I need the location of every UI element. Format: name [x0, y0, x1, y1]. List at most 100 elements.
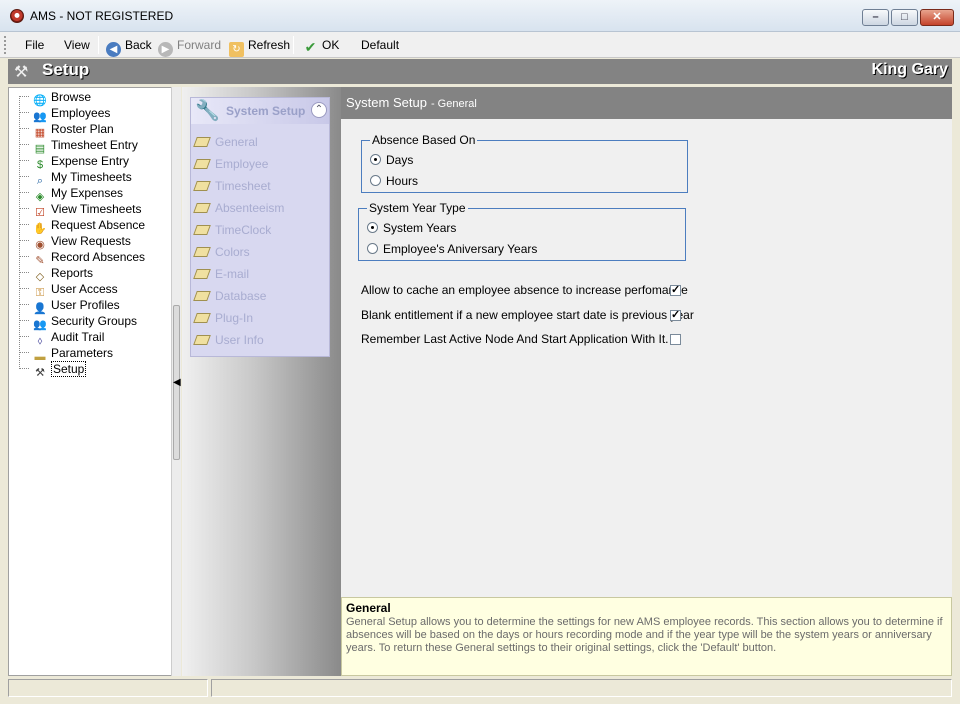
view-menu[interactable]: View: [64, 35, 90, 55]
toolbar-grip[interactable]: [4, 36, 7, 54]
system-setup-item-label: Colors: [215, 245, 250, 259]
radio-button[interactable]: [367, 243, 378, 254]
item-icon: [193, 291, 211, 301]
system-setup-item[interactable]: E-mail: [193, 266, 249, 282]
radio-system-years[interactable]: System Years: [367, 220, 456, 236]
page-header: ⚒ Setup King Gary: [8, 59, 952, 84]
tree-item[interactable]: ▬ Parameters: [19, 345, 113, 363]
item-icon: [193, 335, 211, 345]
tree-item[interactable]: ◉ View Requests: [19, 233, 131, 251]
tree-item[interactable]: ☑ View Timesheets: [19, 201, 142, 219]
item-icon: [193, 137, 211, 147]
tree-item-label: Setup: [51, 361, 87, 377]
item-icon: [193, 247, 211, 257]
system-setup-panel: 🔧 System Setup ⌃ General Employee Timeshee…: [190, 97, 330, 357]
tree-item[interactable]: ⌕ My Timesheets: [19, 169, 132, 187]
system-setup-item[interactable]: Colors: [193, 244, 250, 260]
tree-connector: [19, 288, 29, 289]
wrench-icon: 🔧: [195, 100, 220, 122]
item-icon: [193, 181, 211, 191]
tree-item[interactable]: ⬨ Audit Trail: [19, 329, 104, 347]
back-button[interactable]: ◀ Back: [106, 35, 152, 57]
forward-button[interactable]: ▶ Forward: [158, 35, 221, 57]
toolbar: File View ◀ Back ▶ Forward ↻ Refresh ✔ OK De…: [0, 32, 960, 58]
radio-days[interactable]: Days: [370, 152, 413, 168]
tree-item[interactable]: $ Expense Entry: [19, 153, 129, 171]
system-setup-item[interactable]: General: [193, 134, 258, 150]
back-label: Back: [125, 38, 152, 52]
tree-item-label: User Access: [51, 282, 118, 296]
absence-based-on-group: Absence Based On Days Hours: [361, 133, 688, 193]
status-pane-left: [8, 679, 208, 697]
toolbar-separator: [293, 36, 294, 54]
blank-entitlement-checkbox[interactable]: ✓: [670, 310, 681, 321]
window-title: AMS - NOT REGISTERED: [30, 9, 174, 23]
tree-connector: [19, 336, 29, 337]
system-setup-item[interactable]: Employee: [193, 156, 269, 172]
system-setup-item[interactable]: User Info: [193, 332, 264, 348]
tree-scrollbar[interactable]: ◀: [171, 87, 181, 676]
default-button[interactable]: Default: [361, 35, 399, 55]
radio-label: Days: [386, 153, 414, 167]
system-setup-item[interactable]: Absenteeism: [193, 200, 285, 216]
title-bar: AMS - NOT REGISTERED – □ ✕: [0, 0, 960, 32]
system-setup-item-label: Employee: [215, 157, 269, 171]
maximize-icon: □: [901, 11, 908, 23]
system-setup-header[interactable]: 🔧 System Setup ⌃: [191, 98, 329, 124]
refresh-button[interactable]: ↻ Refresh: [229, 35, 290, 57]
item-icon: [193, 203, 211, 213]
radio-anniversary-years[interactable]: Employee's Aniversary Years: [367, 241, 537, 257]
tree-item[interactable]: ✋ Request Absence: [19, 217, 145, 235]
content-title-text: System Setup: [346, 95, 427, 110]
close-button[interactable]: ✕: [920, 9, 954, 26]
tree-item[interactable]: 👥 Security Groups: [19, 313, 137, 331]
tree-item-label: Browse: [51, 90, 92, 104]
tree-connector: [19, 192, 29, 193]
system-setup-item[interactable]: Plug-In: [193, 310, 253, 326]
tree-item[interactable]: ▦ Roster Plan: [19, 121, 114, 139]
tree-item[interactable]: ◈ My Expenses: [19, 185, 123, 203]
tree-item[interactable]: 🌐 Browse: [19, 89, 92, 107]
tree-item-label: Reports: [51, 266, 94, 280]
radio-button[interactable]: [367, 222, 378, 233]
tree-item-label: User Profiles: [51, 298, 120, 312]
collapse-arrow-icon[interactable]: ◀: [173, 377, 181, 388]
content-title: System Setup - General: [346, 95, 477, 110]
tree-item-label: Timesheet Entry: [51, 138, 138, 152]
radio-button[interactable]: [370, 175, 381, 186]
system-setup-item[interactable]: TimeClock: [193, 222, 271, 238]
tree-item-label: Employees: [51, 106, 111, 120]
collapse-chevron-icon[interactable]: ⌃: [311, 102, 327, 118]
cache-absence-checkbox[interactable]: ✓: [670, 285, 681, 296]
tree-item[interactable]: 👥 Employees: [19, 105, 111, 123]
ok-button[interactable]: ✔ OK: [303, 35, 340, 55]
maximize-button[interactable]: □: [891, 9, 918, 26]
system-setup-item[interactable]: Database: [193, 288, 266, 304]
user-name: King Gary: [871, 61, 948, 78]
back-arrow-icon: ◀: [106, 42, 121, 57]
radio-button[interactable]: [370, 154, 381, 165]
forward-arrow-icon: ▶: [158, 42, 173, 57]
help-text: General Setup allows you to determine th…: [346, 616, 943, 654]
file-menu[interactable]: File: [25, 35, 44, 55]
tree-item-label: My Timesheets: [51, 170, 132, 184]
tree-item[interactable]: ⚒ Setup: [19, 361, 87, 379]
ok-label: OK: [322, 38, 340, 52]
tree-item[interactable]: ▤ Timesheet Entry: [19, 137, 138, 155]
help-title: General: [346, 601, 391, 615]
system-setup-item[interactable]: Timesheet: [193, 178, 271, 194]
tree-connector: [19, 240, 29, 241]
remember-node-checkbox[interactable]: [670, 334, 681, 345]
minimize-button[interactable]: –: [862, 9, 889, 26]
tree-item[interactable]: ⚿ User Access: [19, 281, 118, 299]
tree-connector: [19, 128, 29, 129]
tree-item[interactable]: 👤 User Profiles: [19, 297, 120, 315]
tree-item[interactable]: ◇ Reports: [19, 265, 94, 283]
system-setup-item-label: Absenteeism: [215, 201, 285, 215]
tree-item[interactable]: ✎ Record Absences: [19, 249, 146, 267]
check-label: Allow to cache an employee absence to in…: [361, 283, 688, 297]
radio-hours[interactable]: Hours: [370, 173, 418, 189]
tree-item-label: Record Absences: [51, 250, 146, 264]
group-legend: Absence Based On: [370, 133, 478, 147]
tools-icon: ⚒: [35, 367, 45, 379]
